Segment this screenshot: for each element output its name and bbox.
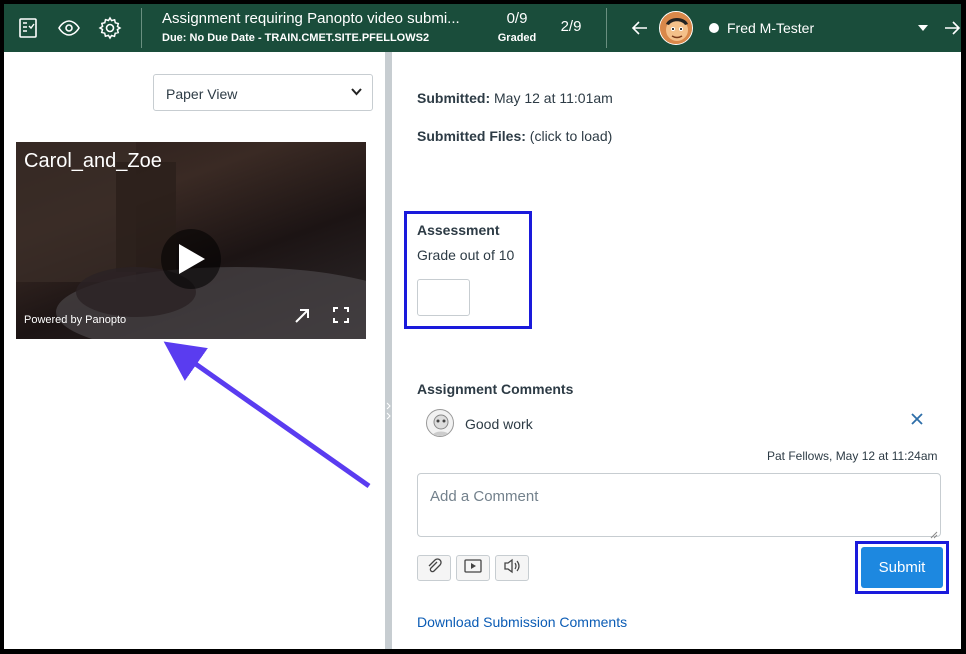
next-student-icon[interactable]: [940, 16, 961, 40]
comments-title: Assignment Comments: [417, 381, 574, 397]
comment-text: Good work: [465, 416, 533, 432]
submitted-date: May 12 at 11:01am: [494, 90, 613, 106]
submitted-row: Submitted: May 12 at 11:01am: [417, 90, 613, 106]
download-comments-link[interactable]: Download Submission Comments: [417, 614, 627, 630]
commenter-avatar: [426, 409, 454, 437]
status-dot: [709, 23, 719, 33]
graded-count: 0/9: [506, 10, 528, 27]
student-dropdown-icon[interactable]: [913, 16, 933, 40]
resize-handle-icon[interactable]: [386, 401, 391, 423]
previous-student-icon[interactable]: [628, 16, 652, 40]
speaker-icon: [503, 558, 521, 579]
view-mode-select[interactable]: Paper View: [153, 74, 373, 111]
graded-label: Graded: [497, 32, 537, 44]
student-name[interactable]: Fred M-Tester: [727, 20, 814, 36]
resize-grip-icon[interactable]: [930, 526, 938, 539]
panopto-video-player[interactable]: Carol_and_Zoe Powered by Panopto: [16, 142, 366, 339]
student-position: 2/9: [560, 18, 582, 35]
open-external-icon[interactable]: [292, 306, 312, 326]
assignment-title[interactable]: Assignment requiring Panopto video submi…: [162, 10, 482, 27]
eye-icon[interactable]: [57, 16, 81, 40]
powered-by-label: Powered by Panopto: [24, 314, 127, 326]
student-avatar: [659, 11, 693, 45]
delete-comment-icon[interactable]: [910, 412, 928, 430]
submission-preview-pane: Paper View Carol_and_Zoe Powered by Pano…: [4, 52, 385, 649]
video-icon: [464, 558, 482, 578]
speedgrader-window: Assignment requiring Panopto video submi…: [4, 4, 961, 649]
due-date: Due: No Due Date - TRAIN.CMET.SITE.PFELL…: [162, 32, 430, 44]
play-icon[interactable]: [161, 229, 221, 289]
grading-panel: Submitted: May 12 at 11:01am Submitted F…: [392, 52, 961, 649]
view-mode-value: Paper View: [166, 86, 238, 102]
submitted-label: Submitted:: [417, 90, 491, 106]
submit-button[interactable]: Submit: [861, 547, 943, 588]
paperclip-icon: [426, 557, 442, 579]
comment-meta: Pat Fellows, May 12 at 11:24am: [767, 449, 938, 463]
video-title: Carol_and_Zoe: [24, 150, 162, 172]
pane-resize-divider[interactable]: [385, 52, 392, 649]
assessment-title: Assessment: [417, 222, 500, 238]
comment-placeholder: Add a Comment: [430, 488, 539, 505]
submitted-files-row: Submitted Files: (click to load): [417, 128, 612, 144]
gear-icon[interactable]: [98, 16, 122, 40]
top-bar: Assignment requiring Panopto video submi…: [4, 4, 961, 52]
submitted-files-link[interactable]: (click to load): [530, 128, 612, 144]
chevron-down-icon: [351, 87, 362, 99]
fullscreen-icon[interactable]: [332, 306, 352, 326]
add-comment-textarea[interactable]: Add a Comment: [417, 473, 941, 539]
submitted-files-label: Submitted Files:: [417, 128, 526, 144]
grade-label: Grade out of 10: [417, 247, 515, 263]
assignment-icon[interactable]: [16, 16, 40, 40]
submit-highlight: Submit: [855, 541, 949, 594]
audio-comment-button[interactable]: [495, 555, 529, 581]
attach-file-button[interactable]: [417, 555, 451, 581]
grade-input[interactable]: [417, 279, 470, 316]
media-comment-button[interactable]: [456, 555, 490, 581]
